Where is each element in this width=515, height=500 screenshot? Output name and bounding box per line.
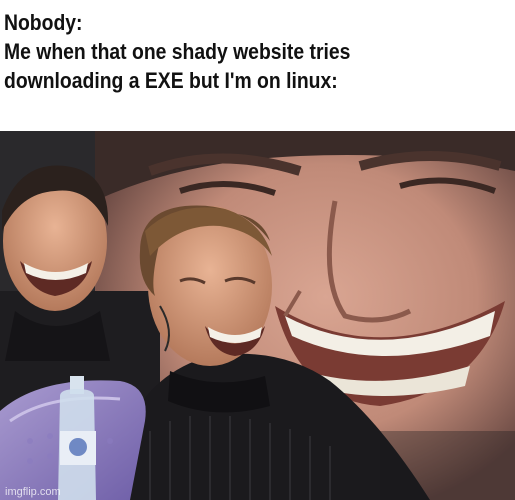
water-bottle bbox=[58, 376, 96, 500]
meme-image: imgflip.com bbox=[0, 131, 515, 500]
meme-caption: Nobody: Me when that one shady website t… bbox=[4, 8, 451, 95]
caption-line-3: downloading a EXE but I'm on linux: bbox=[4, 68, 338, 93]
imgflip-watermark: imgflip.com bbox=[5, 486, 61, 498]
caption-line-2: Me when that one shady website tries bbox=[4, 39, 351, 64]
caption-line-1: Nobody: bbox=[4, 10, 83, 35]
